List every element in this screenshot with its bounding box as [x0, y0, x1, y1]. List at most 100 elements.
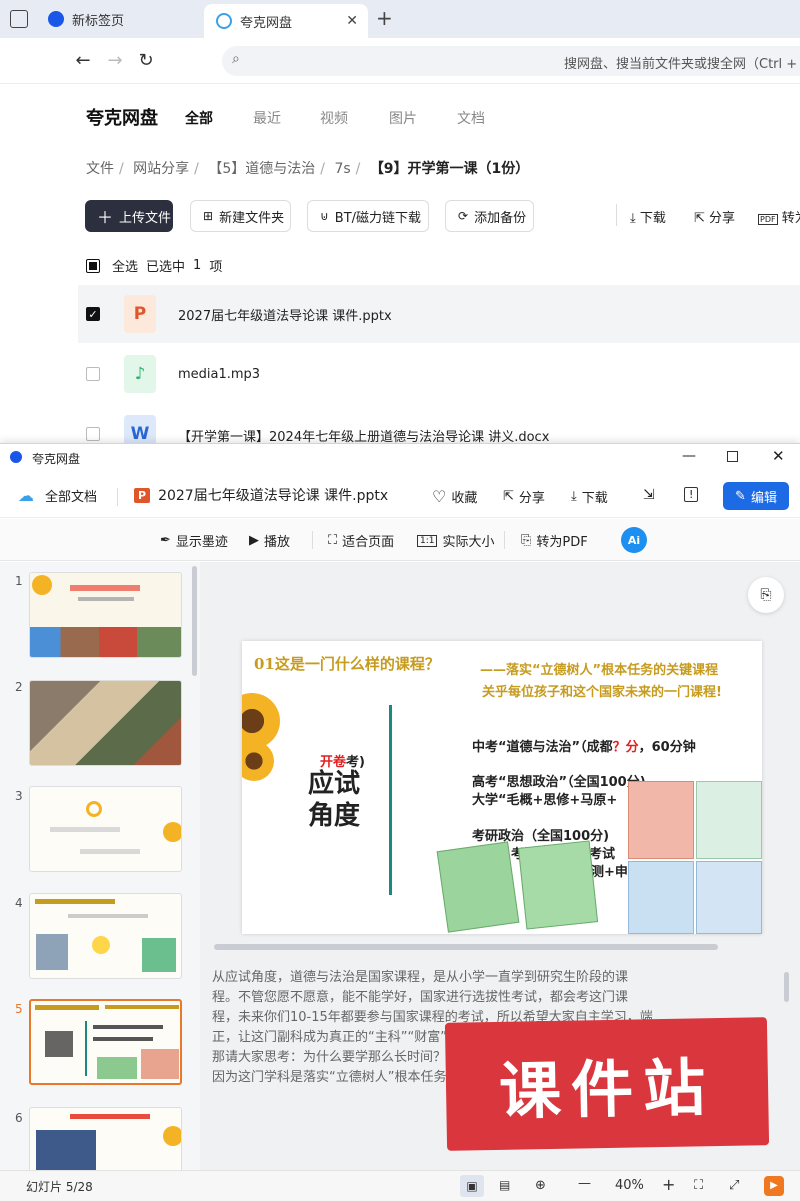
row-checkbox[interactable]: ✓	[86, 307, 100, 321]
share-icon: ⇱	[694, 211, 705, 226]
book-cover-art	[628, 861, 694, 934]
download-button[interactable]: ⤓ 下载	[571, 487, 608, 506]
fit-width-icon[interactable]: ⛶	[694, 1178, 703, 1193]
edit-button[interactable]: ✎ 编辑	[723, 482, 789, 510]
folder-plus-icon: ⊞	[203, 209, 214, 223]
new-folder-label: 新建文件夹	[219, 210, 285, 226]
address-input[interactable]: ⌕ 搜网盘、搜当前文件夹或搜全网（Ctrl + F	[222, 46, 800, 76]
tab-search-icon[interactable]	[10, 10, 28, 28]
nav-docs[interactable]: 文档	[457, 108, 485, 128]
ink-icon: ✒	[160, 533, 171, 548]
play-button[interactable]: ▶ 播放	[249, 531, 290, 550]
note-line: 程。不管您愿不愿意，能不能学好，国家进行选拔性考试，都会考这门课	[212, 990, 629, 1005]
select-all-label[interactable]: 全选	[112, 256, 138, 275]
slideshow-play-icon[interactable]: ▶	[764, 1176, 784, 1196]
close-window-icon[interactable]: ✕	[772, 447, 785, 465]
nav-all[interactable]: 全部	[185, 108, 213, 128]
thumb-scrollbar[interactable]	[192, 566, 197, 676]
bulb-art	[92, 936, 110, 954]
nav-recent[interactable]: 最近	[253, 108, 281, 128]
back-icon[interactable]: ←	[72, 50, 94, 71]
tab-new-tab[interactable]: 新标签页	[36, 4, 201, 34]
all-docs-link[interactable]: ☁ 全部文档	[18, 486, 97, 505]
new-folder-button[interactable]: ⊞ 新建文件夹	[190, 200, 291, 232]
normal-view-icon[interactable]: ▣	[460, 1175, 484, 1197]
share-icon: ⇱	[503, 489, 514, 504]
zoom-level[interactable]: 40%	[615, 1178, 644, 1193]
select-all-row: 全选 已选中 1 项	[86, 256, 222, 275]
selected-text: 已选中	[146, 260, 186, 275]
thumb-title-bar	[70, 585, 140, 591]
select-all-checkbox[interactable]	[86, 258, 100, 273]
convert-link[interactable]: PDF 转为	[758, 207, 800, 226]
file-row[interactable]: ✓ P 2027届七年级道法导论课 课件.pptx	[78, 285, 800, 343]
ai-button[interactable]: Ai	[621, 527, 647, 553]
address-bar-row: ← → ↻ ⌕ 搜网盘、搜当前文件夹或搜全网（Ctrl + F	[0, 38, 800, 84]
new-tab-button[interactable]: +	[376, 6, 393, 30]
thumb-number-current: 5	[15, 1002, 23, 1016]
forward-icon[interactable]: →	[104, 50, 126, 71]
zoom-out-button[interactable]: —	[578, 1176, 591, 1191]
show-ink-button[interactable]: ✒ 显示墨迹	[160, 531, 228, 550]
plus-icon: ＋	[97, 208, 114, 227]
bt-label: BT/磁力链下载	[334, 210, 422, 226]
slide-thumbnail-panel: 1 2 3 4 5 6	[0, 562, 200, 1170]
breadcrumb-item[interactable]: 7s	[334, 161, 350, 177]
file-row[interactable]: W 【开学第一课】2024年七年级上册道德与法治导论课 讲义.docx	[78, 405, 800, 443]
row-checkbox[interactable]	[86, 367, 100, 381]
thumb-line	[93, 1037, 153, 1041]
open-external-icon[interactable]: ⇲	[643, 487, 655, 503]
to-pdf-button[interactable]: ⎘ 转为PDF	[521, 531, 588, 550]
download-link[interactable]: ⤓ 下载	[630, 207, 666, 226]
thumb-books	[141, 1049, 179, 1079]
slide-thumbnail[interactable]	[29, 893, 182, 979]
thumb-books	[142, 938, 176, 972]
zoom-in-button[interactable]: +	[662, 1175, 675, 1194]
breadcrumb-item[interactable]: 网站分享	[133, 161, 189, 177]
add-backup-button[interactable]: ⟳ 添加备份	[445, 200, 534, 232]
book-cover-art	[628, 781, 694, 859]
horizontal-scrollbar[interactable]	[214, 944, 718, 950]
viewer-window-title: 夸克网盘	[32, 452, 81, 466]
thumb-number: 3	[15, 789, 23, 803]
watermark-text: 课件站	[498, 1051, 716, 1128]
minimize-icon[interactable]: —	[682, 448, 696, 464]
maximize-icon[interactable]	[727, 451, 738, 462]
slide-thumbnail[interactable]	[29, 786, 182, 872]
thumb-circle-art	[86, 801, 102, 817]
download-icon: ⤓	[571, 489, 577, 504]
close-tab-icon[interactable]: ✕	[346, 13, 358, 29]
nav-video[interactable]: 视频	[320, 108, 348, 128]
breadcrumb-item[interactable]: 【5】道德与法治	[208, 161, 315, 177]
ai-summary-icon[interactable]: ⎘	[748, 577, 784, 613]
nav-image[interactable]: 图片	[389, 108, 417, 128]
share-link[interactable]: ⇱ 分享	[694, 207, 735, 226]
breadcrumb-item[interactable]: 文件	[86, 161, 114, 177]
share-button[interactable]: ⇱ 分享	[503, 487, 545, 506]
upload-button[interactable]: ＋ 上传文件	[85, 200, 173, 232]
slide-thumbnail[interactable]	[29, 572, 182, 658]
fullscreen-icon[interactable]: ⤢	[729, 1178, 739, 1193]
notes-view-icon[interactable]: ▤	[499, 1178, 510, 1192]
feedback-icon[interactable]: !	[684, 487, 699, 502]
notes-scrollbar[interactable]	[784, 972, 789, 1002]
reload-icon[interactable]: ↻	[135, 50, 157, 71]
file-row[interactable]: ♪ media1.mp3	[78, 345, 800, 403]
fit-page-icon: ⛶	[328, 533, 338, 548]
slide-thumbnail[interactable]	[29, 680, 182, 766]
thumb-big-text	[45, 1031, 73, 1057]
backup-label: 添加备份	[474, 210, 527, 226]
actual-size-button[interactable]: 1:1 实际大小	[417, 531, 495, 550]
download-icon: ⤓	[630, 211, 636, 226]
slide-red-text: ？分	[612, 740, 639, 755]
tab-quark-drive[interactable]: 夸克网盘 ✕	[204, 4, 368, 38]
all-docs-label: 全部文档	[45, 490, 98, 505]
slide-thumbnail-current[interactable]	[29, 999, 182, 1085]
row-checkbox[interactable]	[86, 427, 100, 441]
bt-download-button[interactable]: ⊍ BT/磁力链下载	[307, 200, 429, 232]
fit-page-button[interactable]: ⛶ 适合页面	[328, 531, 394, 550]
slide-thumbnail[interactable]	[29, 1107, 182, 1170]
viewer-header: ☁ 全部文档 P 2027届七年级道法导论课 课件.pptx ♡ 收藏 ⇱ 分享 ⤓…	[0, 474, 800, 518]
favorite-button[interactable]: ♡ 收藏	[432, 487, 477, 506]
web-view-icon[interactable]: ⊕	[535, 1178, 546, 1193]
